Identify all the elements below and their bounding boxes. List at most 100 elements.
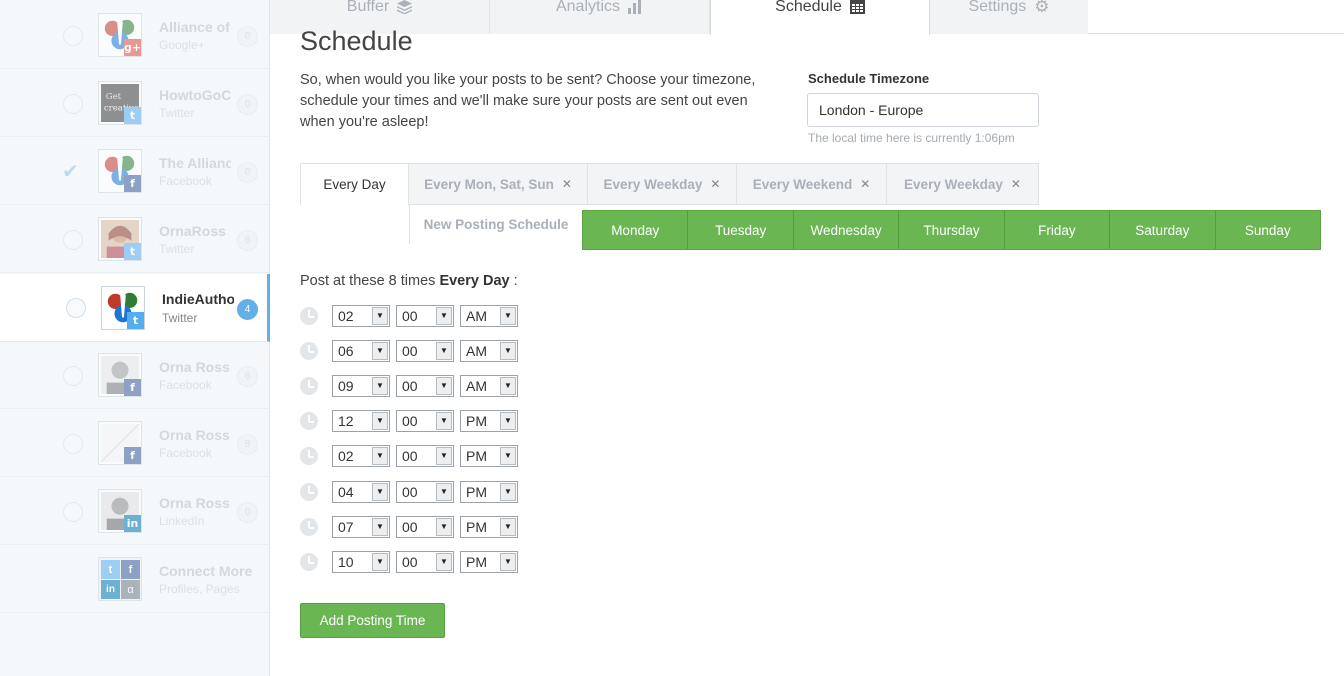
ampm-select[interactable]: PM ▼ xyxy=(460,410,518,432)
profile-network: Facebook xyxy=(159,174,212,188)
post-count-badge: 6 xyxy=(237,230,258,251)
minute-select[interactable]: 00 ▼ xyxy=(396,375,454,397)
minute-select[interactable]: 00 ▼ xyxy=(396,445,454,467)
chevron-down-icon: ▼ xyxy=(436,342,452,360)
clock-icon[interactable] xyxy=(300,377,318,395)
day-button-tuesday[interactable]: Tuesday xyxy=(688,211,794,249)
minute-select[interactable]: 00 ▼ xyxy=(396,481,454,503)
post-count-badge: 0 xyxy=(237,26,258,47)
tab-analytics[interactable]: Analytics xyxy=(490,0,710,34)
connect-more-item[interactable]: t f in α Connect More Profiles, Pages xyxy=(0,545,270,613)
schedule-tab-label: Every Weekend xyxy=(752,176,853,192)
time-row: 10 ▼ 00 ▼ PM ▼ xyxy=(300,550,524,574)
schedule-tab[interactable]: Every Weekend ✕ xyxy=(736,163,887,205)
chevron-down-icon: ▼ xyxy=(372,553,388,571)
profile-radio[interactable] xyxy=(63,94,83,114)
clock-icon[interactable] xyxy=(300,307,318,325)
day-button-sunday[interactable]: Sunday xyxy=(1216,211,1320,249)
time-row: 02 ▼ 00 ▼ PM ▼ xyxy=(300,444,524,468)
tab-settings[interactable]: Settings ⚙ xyxy=(930,0,1088,34)
hour-select[interactable]: 02 ▼ xyxy=(332,445,390,467)
minute-select[interactable]: 00 ▼ xyxy=(396,516,454,538)
day-button-saturday[interactable]: Saturday xyxy=(1110,211,1216,249)
hour-select[interactable]: 02 ▼ xyxy=(332,305,390,327)
profile-item[interactable]: in Orna Ross LinkedIn 0 xyxy=(0,477,270,545)
clock-icon[interactable] xyxy=(300,553,318,571)
profile-radio[interactable] xyxy=(63,434,83,454)
close-icon[interactable]: ✕ xyxy=(860,177,870,191)
profile-item-active[interactable]: t IndieAutho Twitter 4 xyxy=(0,274,270,342)
ampm-select[interactable]: AM ▼ xyxy=(460,340,518,362)
minute-select[interactable]: 00 ▼ xyxy=(396,410,454,432)
minute-select[interactable]: 00 ▼ xyxy=(396,340,454,362)
posting-times-heading: Post at these 8 times Every Day : xyxy=(300,273,518,289)
hour-select[interactable]: 04 ▼ xyxy=(332,481,390,503)
close-icon[interactable]: ✕ xyxy=(710,177,720,191)
chevron-down-icon: ▼ xyxy=(436,553,452,571)
minute-value: 00 xyxy=(402,343,418,359)
profile-network: Twitter xyxy=(159,242,195,256)
close-icon[interactable]: ✕ xyxy=(562,177,572,191)
ampm-select[interactable]: PM ▼ xyxy=(460,445,518,467)
clock-icon[interactable] xyxy=(300,447,318,465)
day-button-friday[interactable]: Friday xyxy=(1005,211,1111,249)
timezone-input[interactable]: London - Europe xyxy=(807,93,1039,127)
profile-radio[interactable] xyxy=(63,366,83,386)
page-title: Schedule xyxy=(300,26,413,56)
close-icon[interactable]: ✕ xyxy=(1011,177,1021,191)
schedule-tab-label: Every Mon, Sat, Sun xyxy=(424,176,554,192)
profile-item[interactable]: Get creative t HowtoGoCr Twitter 0 xyxy=(0,69,270,137)
hour-select[interactable]: 07 ▼ xyxy=(332,516,390,538)
twitter-icon: t xyxy=(124,243,141,260)
intro-text: So, when would you like your posts to be… xyxy=(300,72,756,130)
profile-item[interactable]: f Orna Ross Facebook 6 xyxy=(0,341,270,409)
clock-icon[interactable] xyxy=(300,342,318,360)
profile-item[interactable]: f Orna Ross Facebook 8 xyxy=(0,409,270,477)
calendar-grid-icon xyxy=(849,0,865,14)
day-button-thursday[interactable]: Thursday xyxy=(899,211,1005,249)
clock-icon[interactable] xyxy=(300,483,318,501)
profile-radio[interactable] xyxy=(66,298,86,318)
schedule-tab-every-day[interactable]: Every Day xyxy=(300,163,409,206)
tab-schedule[interactable]: Schedule xyxy=(710,0,930,35)
schedule-tab[interactable]: Every Mon, Sat, Sun ✕ xyxy=(408,163,588,205)
hour-select[interactable]: 10 ▼ xyxy=(332,551,390,573)
schedule-tab[interactable]: Every Weekday ✕ xyxy=(886,163,1039,205)
ampm-select[interactable]: PM ▼ xyxy=(460,551,518,573)
ampm-value: PM xyxy=(466,519,487,535)
ampm-select[interactable]: AM ▼ xyxy=(460,375,518,397)
hour-select[interactable]: 12 ▼ xyxy=(332,410,390,432)
day-button-wednesday[interactable]: Wednesday xyxy=(794,211,900,249)
minute-value: 00 xyxy=(402,448,418,464)
profile-name: Orna Ross xyxy=(159,495,230,511)
schedule-tab[interactable]: Every Weekday ✕ xyxy=(587,163,737,205)
chevron-down-icon: ▼ xyxy=(436,483,452,501)
ampm-select[interactable]: PM ▼ xyxy=(460,481,518,503)
profile-item[interactable]: ✔ f The Allianc Facebook 0 xyxy=(0,137,270,205)
profile-radio[interactable] xyxy=(63,230,83,250)
linkedin-icon: in xyxy=(101,580,120,599)
profile-radio[interactable] xyxy=(63,502,83,522)
clock-icon[interactable] xyxy=(300,518,318,536)
minute-select[interactable]: 00 ▼ xyxy=(396,551,454,573)
hour-value: 07 xyxy=(338,519,354,535)
profile-name: OrnaRoss xyxy=(159,223,226,239)
checkmark-icon[interactable]: ✔ xyxy=(62,159,79,184)
new-posting-schedule-tab[interactable]: New Posting Schedule xyxy=(409,205,582,244)
add-posting-time-button[interactable]: Add Posting Time xyxy=(300,603,445,638)
clock-icon[interactable] xyxy=(300,412,318,430)
ampm-select[interactable]: PM ▼ xyxy=(460,516,518,538)
chevron-down-icon: ▼ xyxy=(500,518,516,536)
minute-select[interactable]: 00 ▼ xyxy=(396,305,454,327)
profile-radio[interactable] xyxy=(63,26,83,46)
profile-item[interactable]: g+ Alliance of Google+ 0 xyxy=(0,1,270,69)
hour-select[interactable]: 06 ▼ xyxy=(332,340,390,362)
day-button-monday[interactable]: Monday xyxy=(583,211,689,249)
post-count-badge: 8 xyxy=(237,434,258,455)
ampm-select[interactable]: AM ▼ xyxy=(460,305,518,327)
minute-value: 00 xyxy=(402,554,418,570)
hour-select[interactable]: 09 ▼ xyxy=(332,375,390,397)
profile-item[interactable]: t OrnaRoss Twitter 6 xyxy=(0,205,270,273)
post-count-badge: 4 xyxy=(237,299,258,320)
minute-value: 00 xyxy=(402,308,418,324)
